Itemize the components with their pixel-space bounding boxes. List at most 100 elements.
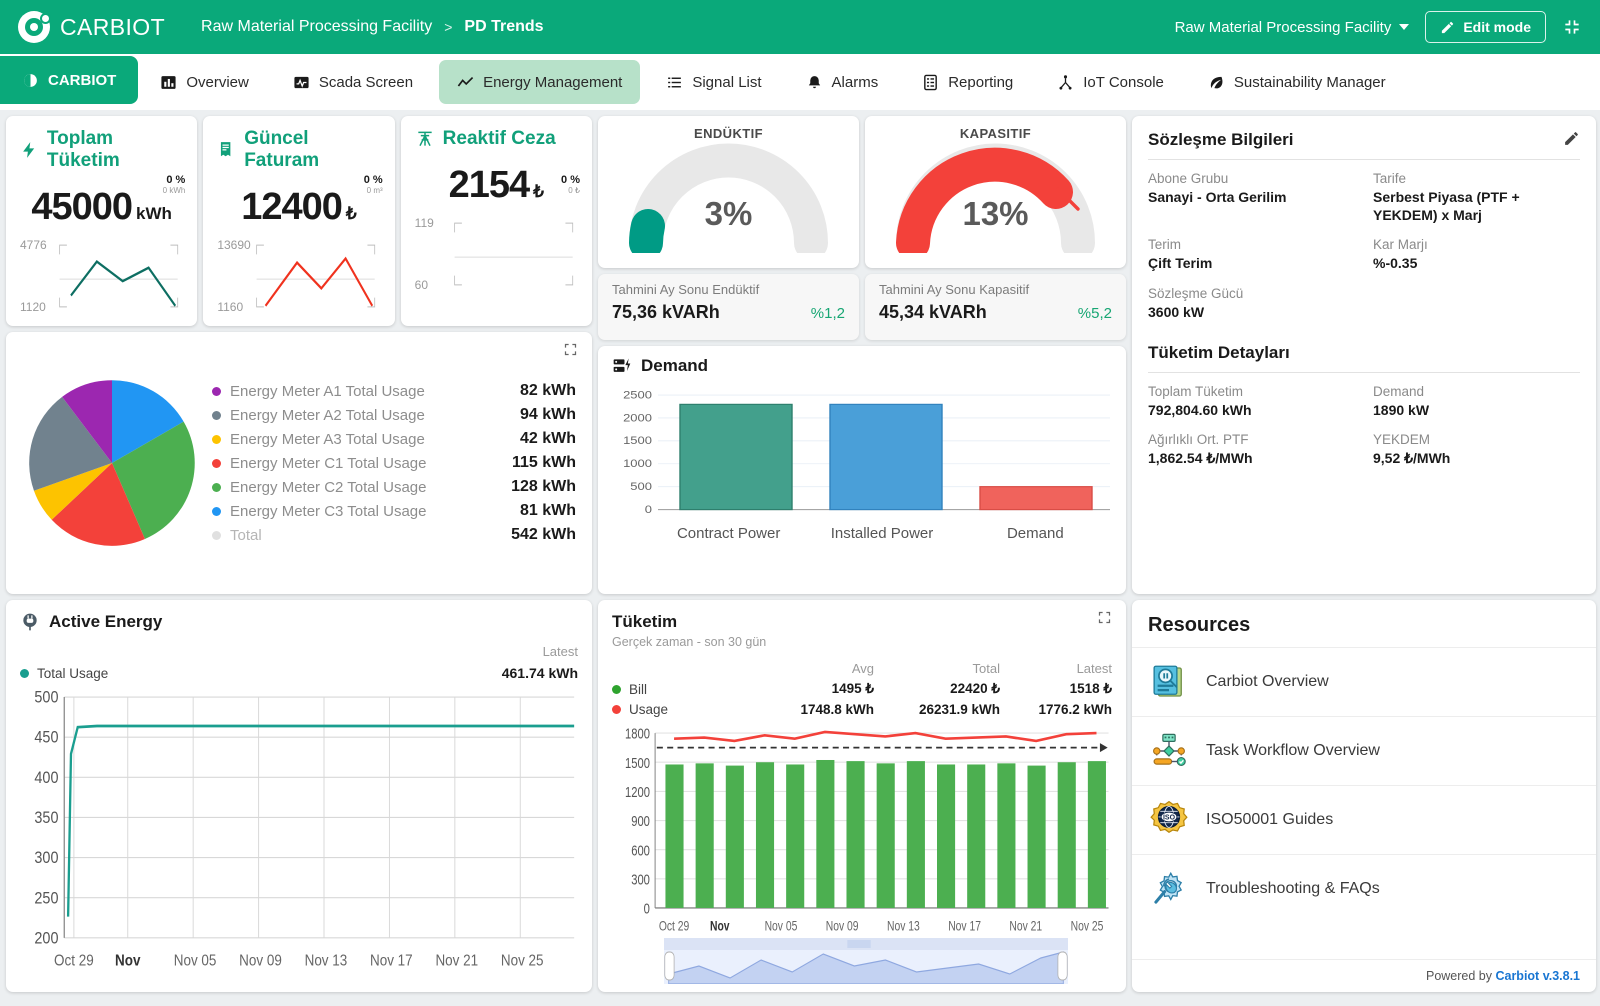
estimate-label: Tahmini Ay Sonu Endüktif xyxy=(612,282,760,297)
breadcrumb-current: PD Trends xyxy=(464,18,544,35)
field-value: Çift Terim xyxy=(1148,255,1213,272)
collapse-screen-icon[interactable] xyxy=(1562,17,1582,37)
nav-item-reporting[interactable]: Reporting xyxy=(904,60,1031,104)
legend-value: 128 kWh xyxy=(511,478,576,495)
field-key: Ağırlıklı Ort. PTF xyxy=(1148,431,1249,447)
active-energy-title: Active Energy xyxy=(49,612,163,631)
gauge-value: 3% xyxy=(704,195,753,232)
nav-item-alarms[interactable]: Alarms xyxy=(788,60,897,104)
resource-label: Task Workflow Overview xyxy=(1206,742,1380,759)
gauge-card-kapasitif: KAPASITIF 13% xyxy=(865,116,1126,268)
legend-item[interactable]: Energy Meter A2 Total Usage 94 kWh xyxy=(212,404,576,426)
kpi-value: 45000 xyxy=(31,186,133,228)
estimate-value: 75,36 kVARh xyxy=(612,302,720,322)
powered-brand[interactable]: Carbiot v.3.8.1 xyxy=(1495,969,1580,983)
pencil-icon[interactable] xyxy=(1563,130,1580,147)
field-value: 1,862.54 ₺/MWh xyxy=(1148,449,1253,466)
active-energy-legend[interactable]: Total Usage xyxy=(20,666,108,681)
scada-icon xyxy=(294,76,309,88)
facility-selector[interactable]: Raw Material Processing Facility xyxy=(1175,19,1410,36)
legend-item[interactable]: Energy Meter C3 Total Usage 81 kWh xyxy=(212,500,576,522)
resource-item-troubleshooting-faqs[interactable]: Troubleshooting & FAQs xyxy=(1132,854,1596,923)
legend-value: 94 kWh xyxy=(519,406,576,423)
legend-item[interactable]: Energy Meter A3 Total Usage 42 kWh xyxy=(212,428,576,450)
detail-toplam-tuketim: Toplam Tüketim 792,804.60 kWh xyxy=(1148,384,1355,419)
consumption-details-title: Tüketim Detayları xyxy=(1148,342,1290,362)
svg-text:Nov 09: Nov 09 xyxy=(826,918,859,934)
legend-label: Energy Meter C3 Total Usage xyxy=(230,502,427,520)
demand-chart-card: Demand 2500 2000 1500 1000 500 0 Contrac… xyxy=(598,346,1126,594)
kpi-value: 12400 xyxy=(241,186,343,228)
resource-item-iso50001-guides[interactable]: ISO ISO50001 Guides xyxy=(1132,785,1596,854)
svg-text:1800: 1800 xyxy=(625,725,650,742)
legend-value: 81 kWh xyxy=(519,502,576,519)
legend-color-dot xyxy=(212,434,221,444)
nav-label: Scada Screen xyxy=(318,73,414,91)
bolt-icon xyxy=(23,142,35,158)
spark-min: 60 xyxy=(414,278,429,292)
legend-item-total: Total 542 kWh xyxy=(212,524,576,546)
field-key: Sözleşme Gücü xyxy=(1148,285,1244,301)
kpi-value: 2154 xyxy=(448,164,531,206)
breadcrumb: Raw Material Processing Facility > PD Tr… xyxy=(201,18,544,36)
leaf-icon xyxy=(1210,76,1223,88)
active-energy-latest-header: Latest xyxy=(542,644,578,659)
detail-yekdem: YEKDEM 9,52 ₺/MWh xyxy=(1373,432,1580,467)
nav-item-signal-list[interactable]: Signal List xyxy=(648,60,779,104)
kpi-unit: ₺ xyxy=(533,182,544,201)
nav-item-scada-screen[interactable]: Scada Screen xyxy=(275,60,431,104)
breadcrumb-root[interactable]: Raw Material Processing Facility xyxy=(201,18,432,36)
svg-text:350: 350 xyxy=(34,809,58,827)
nav-home-label: CARBIOT xyxy=(48,71,117,89)
tuketim-range-slider[interactable] xyxy=(664,938,1068,985)
series-name-cell[interactable]: Usage xyxy=(612,702,754,717)
legend-label: Energy Meter C1 Total Usage xyxy=(230,454,427,472)
legend-item[interactable]: Energy Meter C1 Total Usage 115 kWh xyxy=(212,452,576,474)
consumption-details: Toplam Tüketim 792,804.60 kWh Demand 189… xyxy=(1148,384,1580,467)
legend-item[interactable]: Energy Meter C2 Total Usage 128 kWh xyxy=(212,476,576,498)
powered-by: Powered by Carbiot v.3.8.1 xyxy=(1132,959,1596,992)
svg-text:Nov 05: Nov 05 xyxy=(174,953,217,970)
gauge-kapasitif: 13% xyxy=(888,143,1103,253)
nav-home-carbiot[interactable]: CARBIOT xyxy=(0,56,139,104)
estimate-pct: %5,2 xyxy=(1077,305,1112,322)
svg-text:Nov 05: Nov 05 xyxy=(765,918,798,934)
table-row: Bill 1495 ₺ 22420 ₺ 1518 ₺ xyxy=(612,681,1112,697)
spark-max: 119 xyxy=(414,216,434,230)
resource-label: ISO50001 Guides xyxy=(1206,811,1334,828)
nav-item-iot-console[interactable]: IoT Console xyxy=(1039,60,1182,104)
legend-item[interactable]: Energy Meter A1 Total Usage 82 kWh xyxy=(212,380,576,402)
power-factor-gauges: ENDÜKTIF 3% KAPASITIF 13% xyxy=(598,116,1126,268)
list-icon xyxy=(668,77,682,87)
svg-text:ISO: ISO xyxy=(1163,815,1176,822)
table-header-row: Avg Total Latest xyxy=(612,661,1112,676)
estimate-card-enduktif: Tahmini Ay Sonu Endüktif 75,36 kVARh %1,… xyxy=(598,274,859,340)
resource-item-carbiot-overview[interactable]: Carbiot Overview xyxy=(1132,647,1596,716)
nav-item-sustainability-manager[interactable]: Sustainability Manager xyxy=(1190,60,1404,104)
legend-color-dot xyxy=(612,684,621,694)
detail-ortalama-ptf: Ağırlıklı Ort. PTF 1,862.54 ₺/MWh xyxy=(1148,432,1355,467)
active-energy-card: Active Energy Latest Total Usage 461.74 … xyxy=(6,600,592,992)
expand-icon[interactable] xyxy=(563,342,578,357)
edit-mode-button[interactable]: Edit mode xyxy=(1425,11,1546,43)
svg-text:Nov 13: Nov 13 xyxy=(887,918,920,934)
expand-icon[interactable] xyxy=(1097,610,1112,625)
nav-item-overview[interactable]: Overview xyxy=(142,60,267,104)
svg-text:Nov 21: Nov 21 xyxy=(1009,918,1042,934)
estimate-value: 45,34 kVARh xyxy=(879,302,987,322)
nav-item-energy-management[interactable]: Energy Management xyxy=(439,60,641,104)
tuketim-plot: 1800 1500 1200 900 600 300 0 Oct 29 Nov … xyxy=(612,723,1112,936)
workflow-icon xyxy=(1153,733,1186,767)
tower-icon xyxy=(417,131,432,147)
legend-color-dot xyxy=(212,386,221,396)
series-name-cell[interactable]: Bill xyxy=(612,682,754,697)
field-key: Terim xyxy=(1148,237,1181,253)
contract-fields: Abone Grubu Sanayi - Orta Gerilim Tarife… xyxy=(1148,171,1580,321)
svg-text:Nov 09: Nov 09 xyxy=(239,953,282,970)
demand-x-label: Contract Power xyxy=(676,525,781,542)
resource-item-task-workflow-overview[interactable]: Task Workflow Overview xyxy=(1132,716,1596,785)
svg-text:0: 0 xyxy=(644,900,650,917)
cell-latest: 1518 ₺ xyxy=(1069,681,1112,696)
legend-value: 542 kWh xyxy=(511,526,576,543)
iso-badge-icon: ISO xyxy=(1150,800,1188,833)
